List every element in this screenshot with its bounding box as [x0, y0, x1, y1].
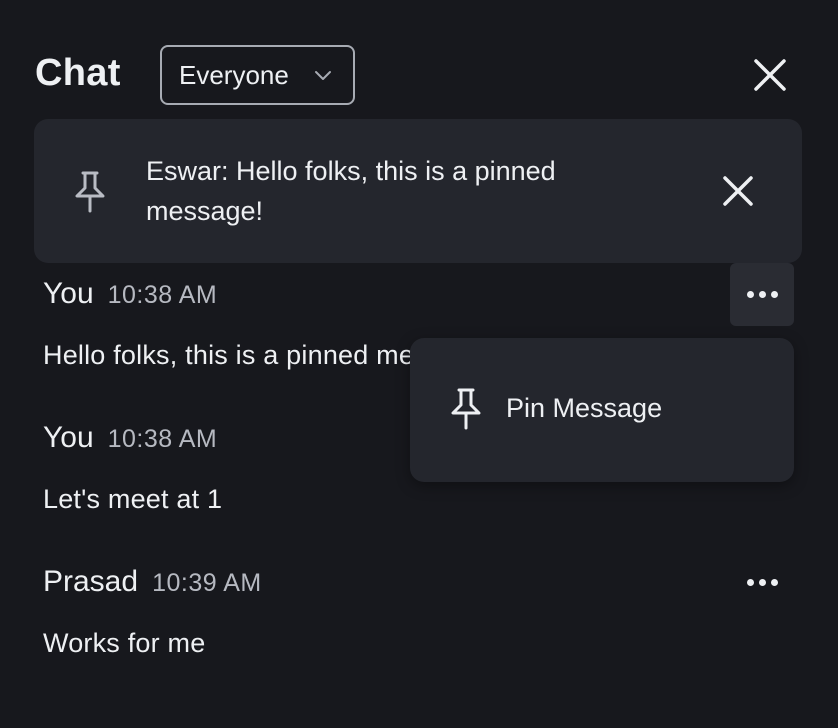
message-time: 10:38 AM [107, 425, 218, 453]
chat-title: Chat [35, 52, 121, 94]
message-header: Prasad 10:39 AM [43, 565, 262, 599]
pin-message-menu-item[interactable]: Pin Message [410, 338, 794, 482]
message-time: 10:38 AM [107, 281, 218, 309]
pin-message-label: Pin Message [506, 393, 663, 423]
audience-select[interactable]: Everyone [160, 45, 355, 105]
message-header: You 10:38 AM [43, 421, 217, 455]
pinned-message-text: Eswar: Hello folks, this is a pinned mes… [146, 156, 556, 226]
message-header: You 10:38 AM [43, 277, 217, 311]
message-sender: You [43, 277, 94, 310]
pin-icon [75, 171, 105, 213]
pin-icon [451, 388, 481, 430]
more-dots-icon [746, 579, 778, 586]
chat-panel: Chat Everyone Eswar: Hello folks, this i… [0, 0, 838, 728]
more-dots-icon [746, 291, 778, 298]
more-options-button[interactable] [730, 551, 794, 614]
audience-select-value: Everyone [179, 59, 289, 90]
more-options-button[interactable] [730, 263, 794, 326]
close-icon[interactable] [751, 56, 789, 94]
pinned-message-banner: Eswar: Hello folks, this is a pinned mes… [34, 119, 802, 263]
message-sender: You [43, 421, 94, 454]
chevron-down-icon [315, 71, 331, 80]
close-icon[interactable] [721, 174, 755, 208]
message-time: 10:39 AM [152, 569, 262, 597]
message-text: Let's meet at 1 [43, 484, 223, 514]
message-sender: Prasad [43, 565, 139, 598]
message-context-menu: Pin Message [410, 338, 794, 482]
message-text: Works for me [43, 628, 206, 658]
